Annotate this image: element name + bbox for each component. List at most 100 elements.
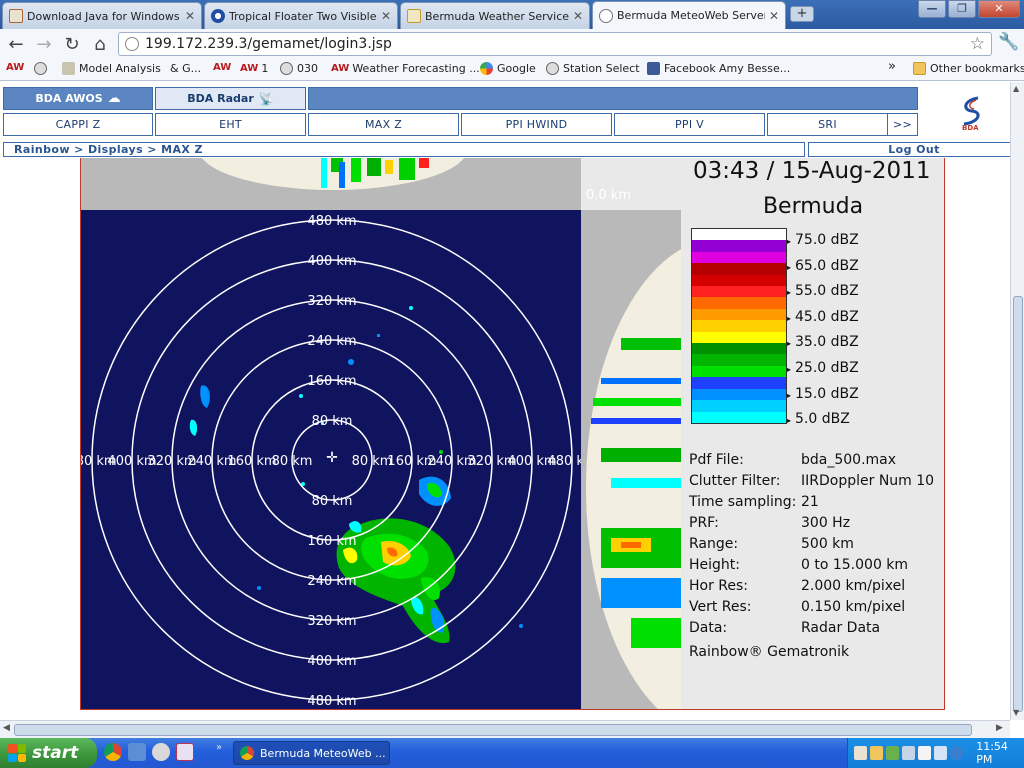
ring-label-vertical: 320 km (307, 614, 356, 629)
nav-bda-awos[interactable]: BDA AWOS ☁ (3, 87, 153, 110)
scroll-up-arrow-icon[interactable]: ▲ (1013, 84, 1019, 93)
page-info-icon[interactable] (125, 37, 139, 51)
bookmark-item[interactable]: Google (480, 62, 536, 75)
bookmark-label: 030 (297, 62, 318, 75)
security-tray-icon[interactable] (870, 746, 884, 760)
chrome-icon[interactable] (104, 743, 122, 761)
vertical-scroll-thumb[interactable] (1013, 296, 1023, 712)
tab-bermuda-meteoweb[interactable]: Bermuda MeteoWeb Server ✕ (592, 1, 786, 29)
horizontal-scrollbar[interactable]: ◀ ▶ (0, 720, 1010, 738)
minimize-button[interactable]: — (918, 0, 946, 18)
product-more-button[interactable]: >> (888, 113, 918, 136)
start-label: start (32, 743, 79, 763)
scroll-left-arrow-icon[interactable]: ◀ (3, 723, 10, 733)
metadata-value: 300 Hz (801, 515, 851, 531)
forward-arrow-icon[interactable]: → (30, 30, 58, 58)
maximize-button[interactable]: ❐ (948, 0, 976, 18)
bookmark-item[interactable]: 030 (280, 62, 318, 75)
product-sri[interactable]: SRI (767, 113, 888, 136)
ring-label-vertical: 320 km (307, 294, 356, 309)
tab-java[interactable]: Download Java for Windows ✕ (2, 2, 202, 29)
media-icon[interactable] (152, 743, 170, 761)
other-bookmarks-folder[interactable]: Other bookmarks (913, 62, 1024, 75)
metadata-value: 21 (801, 494, 819, 510)
close-tab-icon[interactable]: ✕ (185, 9, 195, 23)
bookmark-item[interactable]: AW 1 (240, 62, 268, 75)
vertical-scrollbar[interactable]: ▲ ▼ (1010, 82, 1024, 720)
scroll-down-arrow-icon[interactable]: ▼ (1013, 708, 1019, 717)
taskbar-item-chrome[interactable]: Bermuda MeteoWeb ... (233, 741, 390, 765)
scale-segment (692, 365, 786, 378)
help-tray-icon[interactable] (934, 746, 948, 760)
quick-launch-overflow-icon[interactable]: » (216, 742, 222, 753)
start-button[interactable]: start (0, 738, 97, 768)
bookmark-item[interactable]: Model Analysis (62, 62, 161, 75)
scale-label: 5.0 dBZ (787, 411, 850, 427)
java-tray-icon[interactable] (854, 746, 868, 760)
product-ppi-v[interactable]: PPI V (614, 113, 765, 136)
folder-icon (913, 62, 926, 75)
browser-toolbar: ← → ↻ ⌂ 199.172.239.3/gemamet/login3.jsp… (0, 29, 1024, 59)
back-arrow-icon[interactable]: ← (2, 30, 30, 58)
wrench-menu-icon[interactable]: 🔧 (998, 32, 1019, 52)
scale-label: 75.0 dBZ (787, 232, 859, 248)
network-tray-icon[interactable] (886, 746, 900, 760)
bookmark-item[interactable]: AW Weather Forecasting ... (331, 62, 480, 75)
product-eht[interactable]: EHT (155, 113, 306, 136)
metadata-key: Range: (689, 536, 739, 552)
update-tray-icon[interactable] (950, 746, 964, 760)
volume-tray-icon[interactable] (918, 746, 932, 760)
new-tab-button[interactable]: + (790, 6, 814, 22)
scroll-right-arrow-icon[interactable]: ▶ (996, 723, 1003, 733)
aw-icon: AW (213, 62, 232, 73)
tab-title: Tropical Floater Two Visible Im (229, 9, 377, 23)
metadata-key: Hor Res: (689, 578, 749, 594)
bookmark-label: Station Select (563, 62, 640, 75)
windows-flag-icon (8, 744, 26, 762)
radar-station-name: Bermuda (762, 194, 864, 219)
close-tab-icon[interactable]: ✕ (769, 9, 779, 23)
home-icon[interactable]: ⌂ (86, 30, 114, 58)
breadcrumb[interactable]: Rainbow > Displays > MAX Z (3, 142, 805, 157)
bookmark-label: Facebook (664, 62, 716, 75)
bookmark-label: Amy Besse... (719, 62, 791, 75)
product-cappi-z[interactable]: CAPPI Z (3, 113, 153, 136)
close-tab-icon[interactable]: ✕ (381, 9, 391, 23)
product-max-z[interactable]: MAX Z (308, 113, 459, 136)
bookmark-star-icon[interactable]: ☆ (970, 34, 985, 54)
bookmark-item[interactable]: & G... (170, 62, 201, 75)
bookmark-item[interactable]: Facebook (647, 62, 716, 75)
bookmark-label: Model Analysis (79, 62, 161, 75)
logo-text: BDA (962, 124, 979, 132)
tab-title: Bermuda MeteoWeb Server (617, 9, 765, 22)
url-text[interactable]: 199.172.239.3/gemamet/login3.jsp (145, 36, 392, 52)
bookmark-item[interactable]: Amy Besse... (719, 62, 790, 75)
bookmark-item[interactable]: AW (6, 62, 27, 73)
bookmark-item[interactable]: AW (213, 62, 234, 73)
display-tray-icon[interactable] (902, 746, 916, 760)
scale-segment (692, 400, 786, 412)
bookmark-item[interactable]: Station Select (546, 62, 640, 75)
tab-tropical-floater[interactable]: Tropical Floater Two Visible Im ✕ (204, 2, 398, 29)
tab-bermuda-weather-service[interactable]: Bermuda Weather Service ✕ (400, 2, 590, 29)
close-window-button[interactable]: ✕ (978, 0, 1020, 18)
bookmark-item[interactable] (34, 62, 51, 75)
browser-tab-strip: Download Java for Windows ✕ Tropical Flo… (0, 0, 1024, 29)
close-tab-icon[interactable]: ✕ (573, 9, 583, 23)
metadata-value: bda_500.max (801, 452, 897, 468)
product-ppi-hwind[interactable]: PPI HWIND (461, 113, 612, 136)
horizontal-scroll-thumb[interactable] (14, 724, 972, 736)
metadata-key: Time sampling: (689, 494, 797, 510)
paint-icon[interactable] (176, 743, 194, 761)
address-bar[interactable]: 199.172.239.3/gemamet/login3.jsp ☆ (118, 32, 992, 56)
nav-bar-filler (308, 87, 918, 110)
logout-link[interactable]: Log Out (808, 142, 1010, 157)
bookmarks-overflow-button[interactable]: » (888, 59, 896, 74)
reload-icon[interactable]: ↻ (58, 30, 86, 58)
bookmark-label: Weather Forecasting ... (352, 62, 480, 75)
nav-bda-radar[interactable]: BDA Radar 📡 (155, 87, 306, 110)
java-icon (9, 9, 23, 23)
metadata-key: Pdf File: (689, 452, 744, 468)
aw-icon: AW (6, 62, 25, 73)
outlook-icon[interactable] (128, 743, 146, 761)
